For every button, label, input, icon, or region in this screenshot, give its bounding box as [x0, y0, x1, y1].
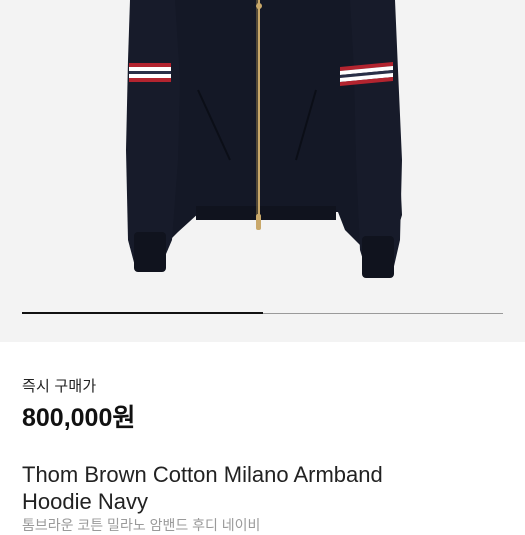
product-subtitle-korean: 톰브라운 코튼 밀라노 암밴드 후디 네이비	[22, 517, 261, 533]
right-cuff	[362, 236, 394, 278]
instant-buy-price-label: 즉시 구매가	[22, 378, 97, 395]
gallery-progress-track	[22, 312, 503, 314]
left-armband-stripe	[129, 63, 171, 82]
hem	[196, 206, 336, 220]
zipper-pull	[256, 214, 261, 230]
product-image[interactable]	[0, 0, 525, 342]
product-title-line1: Thom Brown Cotton Milano Armband	[22, 462, 383, 487]
instant-buy-price: 800,000원	[22, 404, 136, 432]
left-cuff	[134, 232, 166, 272]
product-title: Thom Brown Cotton Milano Armband Hoodie …	[22, 461, 502, 515]
product-title-line2: Hoodie Navy	[22, 489, 148, 514]
gallery-progress-fill	[22, 312, 263, 314]
product-image-gallery[interactable]	[0, 0, 525, 342]
